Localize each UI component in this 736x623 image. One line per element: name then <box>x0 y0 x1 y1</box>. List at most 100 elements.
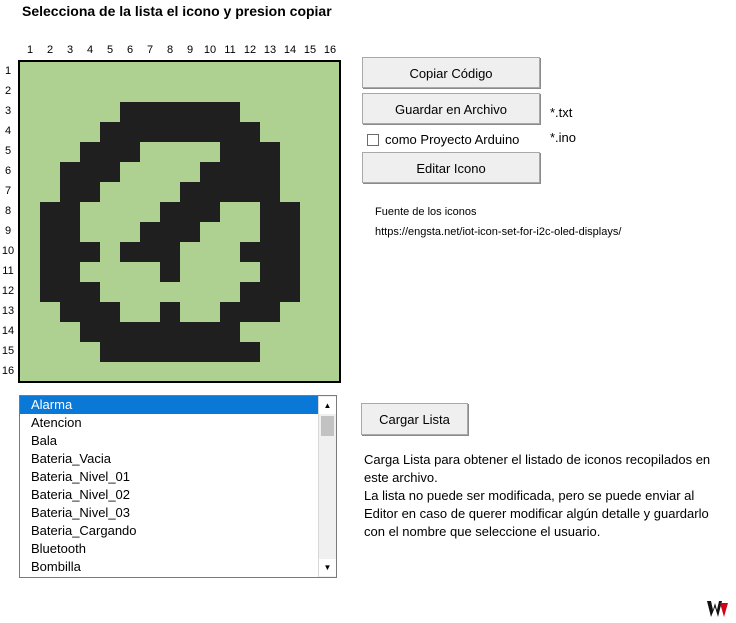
pixel-on[interactable] <box>200 182 220 202</box>
pixel-off[interactable] <box>100 102 120 122</box>
pixel-off[interactable] <box>220 282 240 302</box>
pixel-off[interactable] <box>20 222 40 242</box>
pixel-on[interactable] <box>160 342 180 362</box>
pixel-off[interactable] <box>80 82 100 102</box>
pixel-on[interactable] <box>180 222 200 242</box>
pixel-off[interactable] <box>300 302 320 322</box>
pixel-off[interactable] <box>320 222 340 242</box>
pixel-off[interactable] <box>300 282 320 302</box>
pixel-on[interactable] <box>160 102 180 122</box>
pixel-off[interactable] <box>140 62 160 82</box>
pixel-off[interactable] <box>260 62 280 82</box>
list-item[interactable]: Bateria_Nivel_01 <box>20 468 320 486</box>
pixel-off[interactable] <box>20 162 40 182</box>
list-item[interactable]: Bateria_Nivel_02 <box>20 486 320 504</box>
pixel-off[interactable] <box>280 82 300 102</box>
pixel-off[interactable] <box>160 182 180 202</box>
pixel-off[interactable] <box>100 202 120 222</box>
pixel-off[interactable] <box>260 342 280 362</box>
pixel-off[interactable] <box>100 282 120 302</box>
pixel-on[interactable] <box>260 282 280 302</box>
pixel-off[interactable] <box>300 182 320 202</box>
pixel-off[interactable] <box>140 82 160 102</box>
pixel-off[interactable] <box>220 362 240 382</box>
pixel-off[interactable] <box>260 362 280 382</box>
pixel-off[interactable] <box>320 302 340 322</box>
pixel-off[interactable] <box>120 362 140 382</box>
pixel-on[interactable] <box>220 142 240 162</box>
pixel-off[interactable] <box>20 142 40 162</box>
pixel-off[interactable] <box>20 122 40 142</box>
pixel-on[interactable] <box>80 282 100 302</box>
pixel-on[interactable] <box>200 102 220 122</box>
pixel-off[interactable] <box>180 302 200 322</box>
pixel-off[interactable] <box>180 242 200 262</box>
list-item[interactable]: Atencion <box>20 414 320 432</box>
pixel-on[interactable] <box>280 262 300 282</box>
pixel-off[interactable] <box>100 242 120 262</box>
pixel-off[interactable] <box>220 262 240 282</box>
icon-list[interactable]: Alarma Atencion Bala Bateria_Vacia Bateria_N… <box>19 395 337 578</box>
pixel-on[interactable] <box>120 142 140 162</box>
pixel-off[interactable] <box>320 262 340 282</box>
list-scrollbar[interactable]: ▲ ▼ <box>318 396 336 577</box>
pixel-off[interactable] <box>20 342 40 362</box>
pixel-off[interactable] <box>60 362 80 382</box>
pixel-on[interactable] <box>80 162 100 182</box>
pixel-off[interactable] <box>300 122 320 142</box>
scroll-down-icon[interactable]: ▼ <box>319 559 336 576</box>
pixel-off[interactable] <box>60 322 80 342</box>
pixel-off[interactable] <box>140 362 160 382</box>
pixel-off[interactable] <box>100 262 120 282</box>
icon-pixel-grid[interactable] <box>18 60 341 383</box>
pixel-on[interactable] <box>40 202 60 222</box>
pixel-on[interactable] <box>240 302 260 322</box>
pixel-off[interactable] <box>240 322 260 342</box>
pixel-off[interactable] <box>220 62 240 82</box>
pixel-on[interactable] <box>220 162 240 182</box>
pixel-off[interactable] <box>260 322 280 342</box>
pixel-off[interactable] <box>180 62 200 82</box>
pixel-off[interactable] <box>280 182 300 202</box>
pixel-off[interactable] <box>240 202 260 222</box>
pixel-off[interactable] <box>200 62 220 82</box>
pixel-off[interactable] <box>80 122 100 142</box>
pixel-on[interactable] <box>200 162 220 182</box>
pixel-on[interactable] <box>100 302 120 322</box>
pixel-on[interactable] <box>180 122 200 142</box>
pixel-off[interactable] <box>20 242 40 262</box>
pixel-on[interactable] <box>200 202 220 222</box>
pixel-on[interactable] <box>80 142 100 162</box>
pixel-on[interactable] <box>40 262 60 282</box>
pixel-on[interactable] <box>240 282 260 302</box>
pixel-off[interactable] <box>300 342 320 362</box>
scroll-up-icon[interactable]: ▲ <box>319 397 336 414</box>
pixel-off[interactable] <box>280 302 300 322</box>
pixel-off[interactable] <box>60 342 80 362</box>
pixel-on[interactable] <box>80 242 100 262</box>
pixel-on[interactable] <box>140 322 160 342</box>
pixel-off[interactable] <box>120 222 140 242</box>
pixel-on[interactable] <box>200 122 220 142</box>
pixel-on[interactable] <box>60 282 80 302</box>
pixel-off[interactable] <box>300 162 320 182</box>
pixel-off[interactable] <box>300 222 320 242</box>
pixel-on[interactable] <box>120 322 140 342</box>
pixel-off[interactable] <box>240 62 260 82</box>
pixel-on[interactable] <box>260 142 280 162</box>
pixel-on[interactable] <box>260 242 280 262</box>
pixel-on[interactable] <box>220 182 240 202</box>
pixel-off[interactable] <box>180 282 200 302</box>
pixel-off[interactable] <box>180 82 200 102</box>
pixel-off[interactable] <box>180 362 200 382</box>
pixel-off[interactable] <box>280 122 300 142</box>
pixel-off[interactable] <box>40 102 60 122</box>
pixel-on[interactable] <box>140 242 160 262</box>
pixel-off[interactable] <box>280 322 300 342</box>
pixel-off[interactable] <box>100 82 120 102</box>
pixel-off[interactable] <box>20 62 40 82</box>
pixel-off[interactable] <box>320 282 340 302</box>
pixel-off[interactable] <box>180 162 200 182</box>
pixel-off[interactable] <box>160 282 180 302</box>
pixel-on[interactable] <box>220 322 240 342</box>
